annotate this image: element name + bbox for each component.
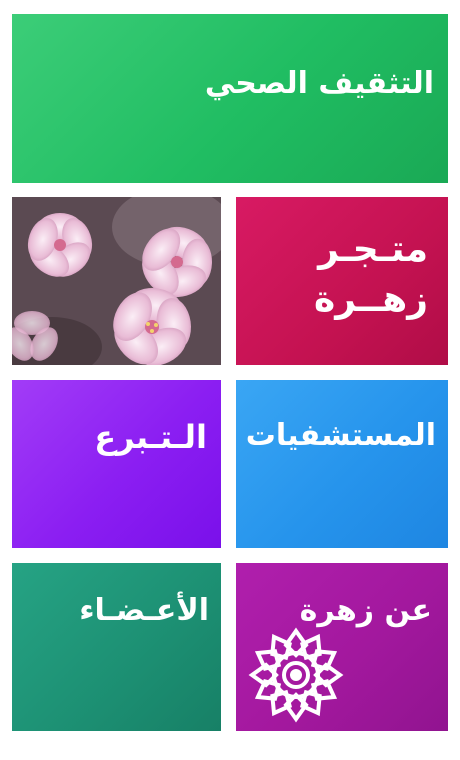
zahra-flower-logo-icon bbox=[250, 627, 342, 721]
store-label-line2: زهــرة bbox=[314, 279, 428, 320]
tile-health-education[interactable]: التثقيف الصحي bbox=[12, 14, 448, 183]
store-label-line1: متـجـر bbox=[318, 229, 428, 270]
tile-about-zahra[interactable]: عن زهرة bbox=[236, 563, 448, 731]
tile-about-zahra-label: عن زهرة bbox=[299, 593, 432, 628]
tile-donation[interactable]: الـتـبرع bbox=[12, 380, 221, 548]
tile-health-education-label: التثقيف الصحي bbox=[204, 66, 434, 101]
tile-zahra-store[interactable]: متـجـر زهــرة bbox=[236, 197, 448, 365]
tile-flower-photo[interactable] bbox=[12, 197, 221, 365]
tile-members-label: الأعـضـاء bbox=[79, 593, 209, 628]
tile-hospitals[interactable]: المستشفيات bbox=[236, 380, 448, 548]
tile-donation-label: الـتـبرع bbox=[94, 418, 207, 456]
tile-members[interactable]: الأعـضـاء bbox=[12, 563, 221, 731]
cherry-blossom-image bbox=[12, 197, 221, 365]
tile-zahra-store-label: متـجـر زهــرة bbox=[314, 225, 428, 325]
tile-hospitals-label: المستشفيات bbox=[245, 418, 436, 453]
